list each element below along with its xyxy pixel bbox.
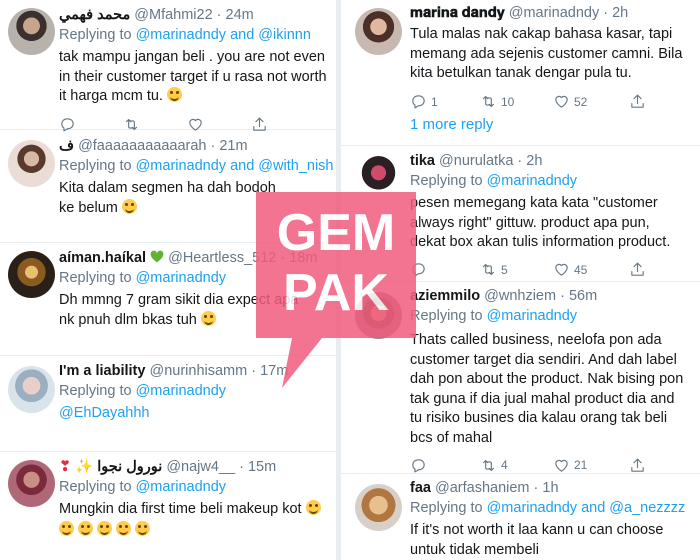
laughing-emoji-icon — [200, 310, 216, 326]
avatar[interactable] — [8, 366, 55, 413]
tweet-text: pesen memegang kata kata "customer alway… — [410, 195, 671, 250]
retweet-icon — [482, 95, 495, 108]
sparkles-emoji-icon: ✨ — [75, 459, 94, 475]
heart-emoji-icon: ❣ — [59, 459, 72, 475]
replying-to: Replying to @marinadndy — [59, 479, 227, 495]
reply-mention[interactable]: @marinadndy and @a_nezzzz — [487, 500, 686, 516]
like-count: 45 — [574, 262, 588, 277]
like-button[interactable]: 52 — [553, 93, 629, 110]
reply-button[interactable] — [410, 261, 480, 278]
tweet-text: Tula malas nak cakap bahasa kasar, tapi … — [410, 26, 683, 81]
tweet-text: If it's not worth it laa kann u can choo… — [410, 522, 664, 558]
tweet-text: Mungkin dia first time beli makeup kot — [59, 500, 330, 520]
replying-to: Replying to @marinadndy and @with_nish — [59, 158, 334, 174]
reply-button[interactable]: 1 — [410, 93, 480, 110]
grin-emoji-icon — [166, 87, 182, 102]
tweet-text: tak mampu jangan beli . you are not even… — [59, 49, 327, 104]
retweet-count: 10 — [501, 94, 515, 109]
share-button[interactable] — [629, 261, 693, 278]
heart-icon — [555, 263, 568, 276]
tweet[interactable]: faa @arfashaniem · 1h Replying to @marin… — [341, 474, 700, 560]
tweet-actions: 5 45 — [410, 261, 694, 279]
mention-link[interactable]: @EhDayahhh — [59, 405, 150, 421]
laughing-emoji-icon — [59, 520, 74, 536]
author-handle[interactable]: @nurulatka · 2h — [439, 153, 542, 169]
share-button[interactable] — [629, 457, 693, 474]
reply-mention[interactable]: @marinadndy — [136, 479, 226, 495]
gempak-watermark-logo: GEM PAK — [256, 192, 416, 388]
laughing-emoji-icon — [116, 520, 132, 536]
avatar[interactable] — [355, 484, 402, 531]
avatar[interactable] — [8, 251, 55, 298]
like-button[interactable]: 45 — [553, 261, 629, 278]
green-heart-icon — [150, 250, 164, 263]
share-button[interactable] — [629, 93, 693, 110]
avatar[interactable] — [8, 460, 55, 507]
reply-icon — [412, 95, 425, 109]
heart-icon — [555, 95, 568, 108]
author-name[interactable]: محمد فهمي — [59, 7, 130, 23]
tweet-actions: 1 10 52 — [410, 93, 694, 111]
avatar[interactable] — [8, 8, 55, 55]
tweet[interactable]: 𝐦𝐚𝐫𝐢𝐧𝐚 𝐝𝐚𝐧𝐝𝐲 @marinadndy · 2h Tula malas… — [341, 0, 700, 146]
tweet[interactable]: محمد فهمي @Mfahmi22 · 24m Replying to @m… — [0, 0, 336, 132]
replying-to: Replying to @marinadndy — [410, 173, 578, 189]
retweet-button[interactable]: 4 — [480, 457, 553, 474]
like-count: 52 — [574, 94, 588, 109]
author-name[interactable]: I'm a liability — [59, 363, 145, 379]
author-name[interactable]: faa — [410, 480, 431, 496]
reply-mention[interactable]: @marinadndy — [136, 383, 226, 399]
more-replies-link[interactable]: 1 more reply — [410, 116, 493, 133]
watermark-line-1: GEM — [277, 204, 395, 262]
retweet-count: 4 — [501, 458, 508, 472]
watermark-line-2: PAK — [283, 264, 389, 322]
reply-mention[interactable]: @marinadndy — [487, 308, 577, 324]
reply-icon — [412, 458, 425, 472]
tweet-text: @EhDayahhh — [59, 404, 330, 424]
author-name[interactable]: ف — [59, 138, 74, 154]
grin-emoji-icon — [121, 198, 137, 214]
author-handle[interactable]: @arfashaniem · 1h — [435, 480, 559, 496]
author-handle[interactable]: @Mfahmi22 · 24m — [134, 7, 253, 23]
reply-button[interactable] — [410, 457, 480, 474]
tweet[interactable]: ❣ ✨ نورول نجوا @najw4__ · 15m Replying t… — [0, 452, 336, 560]
avatar[interactable] — [8, 140, 55, 187]
author-handle[interactable]: @najw4__ · 15m — [166, 459, 276, 475]
share-icon — [631, 458, 644, 472]
replying-to: Replying to @marinadndy — [410, 308, 578, 324]
laughing-emoji-icon — [78, 520, 94, 536]
reply-mention[interactable]: @marinadndy — [487, 173, 577, 189]
author-name[interactable]: 𝐦𝐚𝐫𝐢𝐧𝐚 𝐝𝐚𝐧𝐝𝐲 — [410, 5, 505, 21]
retweet-button[interactable]: 5 — [480, 261, 553, 278]
share-icon — [631, 94, 644, 108]
retweet-icon — [482, 459, 495, 471]
reply-mention[interactable]: @marinadndy — [136, 270, 226, 286]
laughing-emoji-icon — [97, 520, 113, 536]
emoji-row — [59, 520, 330, 541]
replying-to: Replying to @marinadndy and @a_nezzzz — [410, 500, 686, 516]
author-handle[interactable]: @wnhziem · 56m — [484, 288, 597, 304]
like-count: 21 — [574, 458, 588, 472]
author-name[interactable]: tika — [410, 153, 435, 169]
author-handle[interactable]: @faaaaaaaaaaarah · 21m — [78, 138, 248, 154]
author-name[interactable]: aziemmilo — [410, 288, 480, 304]
retweet-count: 5 — [501, 262, 508, 277]
author-name[interactable]: aíman.haíkal — [59, 250, 146, 266]
author-name[interactable]: نورول نجوا — [97, 459, 162, 475]
retweet-icon — [482, 263, 495, 276]
replying-to: Replying to @marinadndy and @ikinnn — [59, 27, 311, 43]
retweet-button[interactable]: 10 — [480, 93, 553, 110]
avatar[interactable] — [355, 8, 402, 55]
laughing-emoji-icon — [305, 500, 321, 515]
heart-icon — [555, 459, 568, 472]
like-button[interactable]: 21 — [553, 457, 629, 474]
tweet-text: Thats called business, neelofa pon ada c… — [410, 332, 684, 446]
author-handle[interactable]: @marinadndy · 2h — [509, 5, 629, 21]
reply-mention[interactable]: @marinadndy and @with_nish — [136, 158, 334, 174]
reply-count: 1 — [431, 94, 438, 109]
tweet-actions: 4 21 — [410, 456, 694, 474]
reply-mention[interactable]: @marinadndy and @ikinnn — [136, 27, 311, 43]
share-icon — [631, 262, 644, 276]
laughing-emoji-icon — [135, 520, 151, 536]
